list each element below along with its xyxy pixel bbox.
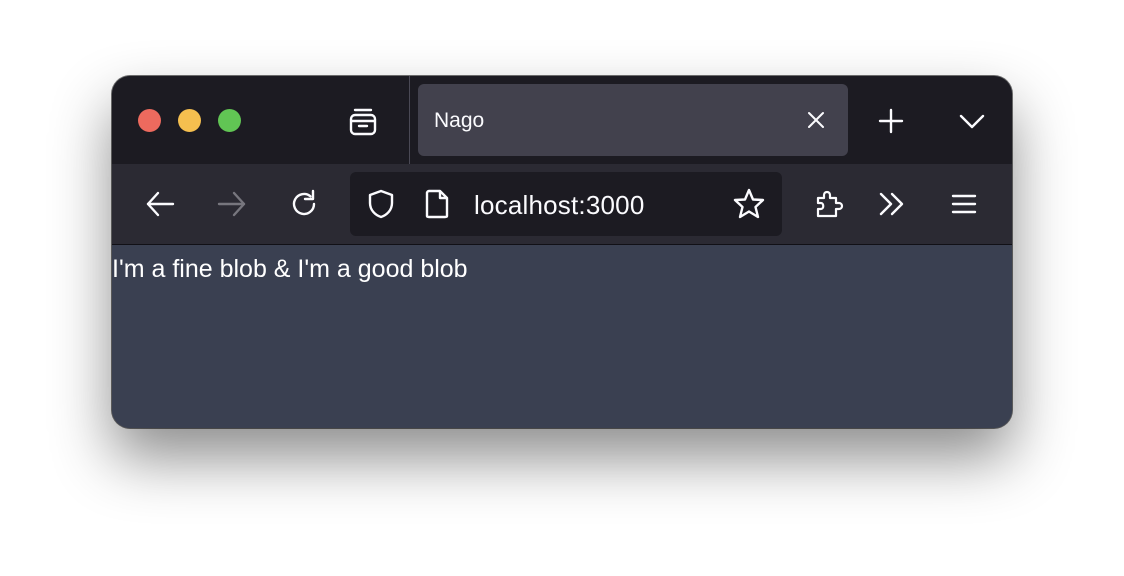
reload-button[interactable]	[286, 186, 322, 222]
tab-strip: Nago	[112, 76, 1012, 164]
reload-icon	[292, 189, 316, 216]
plus-icon	[878, 108, 904, 134]
tab-nago[interactable]: Nago	[418, 84, 848, 156]
tab-title: Nago	[434, 109, 485, 132]
bookmark-star-button[interactable]	[732, 187, 766, 221]
tab-strip-separator	[409, 76, 410, 164]
site-info-button[interactable]	[420, 187, 454, 221]
list-all-tabs-button[interactable]	[955, 104, 989, 138]
back-button[interactable]	[142, 186, 178, 222]
new-tab-button[interactable]	[874, 104, 908, 138]
tracking-protection-button[interactable]	[364, 187, 398, 221]
url-text[interactable]: localhost:3000	[474, 191, 644, 219]
more-tools-button[interactable]	[874, 186, 910, 222]
close-icon	[808, 112, 824, 128]
address-bar[interactable]: localhost:3000	[350, 172, 782, 236]
firefox-view-button[interactable]	[345, 105, 381, 139]
maximize-window-button[interactable]	[218, 109, 241, 132]
navigation-toolbar: localhost:3000	[112, 164, 1012, 245]
hamburger-menu-icon	[951, 194, 977, 214]
page-icon	[425, 189, 449, 219]
app-menu-button[interactable]	[946, 186, 982, 222]
minimize-window-button[interactable]	[178, 109, 201, 132]
page-content: I'm a fine blob & I'm a good blob	[112, 245, 1012, 428]
chevron-down-icon	[959, 114, 985, 129]
tab-close-button[interactable]	[802, 106, 830, 134]
shield-icon	[368, 189, 394, 219]
star-icon	[733, 188, 765, 219]
overflow-chevrons-icon	[879, 192, 904, 216]
browser-window: Nago localhost:3000 I'm a fine blob & I'…	[112, 76, 1012, 428]
back-arrow-icon	[146, 191, 175, 217]
forward-arrow-icon	[217, 191, 246, 217]
extensions-button[interactable]	[810, 186, 846, 222]
page-text: I'm a fine blob & I'm a good blob	[112, 255, 468, 283]
firefox-view-icon	[349, 108, 377, 136]
forward-button[interactable]	[214, 186, 250, 222]
extensions-icon	[816, 190, 844, 218]
close-window-button[interactable]	[138, 109, 161, 132]
